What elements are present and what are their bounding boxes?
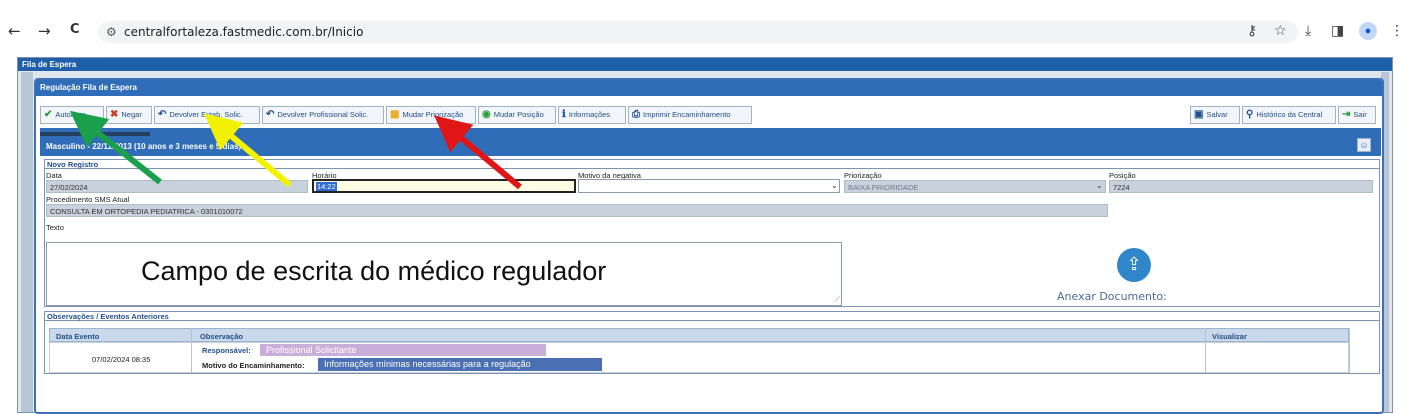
download-icon[interactable]: ⤓	[1305, 23, 1311, 39]
table-header: Data Evento Observação Visualizar	[49, 328, 1349, 342]
exit-icon: ⇥	[1342, 109, 1351, 120]
left-frame-strip	[21, 72, 33, 412]
anexar-documento-label[interactable]: Anexar Documento:	[1057, 290, 1167, 303]
horario-value: 14:22	[316, 182, 337, 191]
user-icon[interactable]: ☺	[1357, 138, 1371, 152]
position-icon: ◉	[482, 109, 491, 120]
cross-icon: ✖	[110, 109, 119, 120]
autorizar-button[interactable]: ✔ Autorizar	[40, 106, 104, 124]
section-title: Observações / Eventos Anteriores	[45, 312, 1379, 321]
procedimento-field[interactable]: CONSULTA EM ORTOPEDIA PEDIATRICA - 03010…	[46, 204, 1108, 217]
patient-info: Masculino - 22/11/2013 (10 anos e 3 mese…	[46, 142, 242, 151]
bookmark-star-icon[interactable]: ☆	[1274, 23, 1287, 39]
priorizacao-field[interactable]: BAIXA PRIORIDADE	[844, 180, 1106, 193]
upload-icon[interactable]: ⇪	[1117, 248, 1151, 282]
column-divider	[1349, 328, 1350, 373]
printer-icon: ⎙	[632, 109, 640, 120]
profile-avatar[interactable]: ●	[1359, 22, 1377, 40]
sair-button[interactable]: ⇥ Sair	[1338, 106, 1376, 124]
data-field[interactable]: 27/02/2024	[46, 180, 308, 193]
imprimir-label: Imprimir Encaminhamento	[643, 110, 731, 119]
password-key-icon[interactable]: ⚷	[1247, 23, 1257, 39]
priority-grid-icon: ▦	[390, 109, 400, 120]
negar-label: Negar	[121, 110, 142, 119]
historico-label: Histórico da Central	[1256, 110, 1323, 119]
sair-label: Sair	[1353, 110, 1367, 119]
info-icon: ℹ	[562, 109, 566, 120]
undo-icon: ↶	[158, 109, 167, 120]
horario-field[interactable]: 14:22	[312, 179, 576, 193]
panel-title: Regulação Fila de Espera	[36, 80, 1382, 96]
texto-textarea[interactable]: Campo de escrita do médico regulador ⟋	[46, 242, 842, 306]
reload-button[interactable]: C	[70, 22, 80, 37]
back-button[interactable]: ←	[8, 22, 21, 40]
motivo-encaminhamento-value: Informações mínimas necessárias para a r…	[318, 358, 602, 371]
column-divider	[191, 328, 192, 373]
forward-button[interactable]: →	[38, 22, 51, 40]
col-visualizar: Visualizar	[1212, 332, 1247, 341]
salvar-button[interactable]: ▣ Salvar	[1190, 106, 1240, 124]
devolver-prof-button[interactable]: ↶ Devolver Profissional Solic.	[262, 106, 384, 124]
devolver-prof-label: Devolver Profissional Solic.	[277, 110, 369, 119]
app-window: Fila de Espera Regulação Fila de Espera …	[17, 57, 1393, 414]
band-marker	[40, 132, 150, 136]
site-info-icon[interactable]: ⚙	[106, 25, 117, 39]
posicao-label: Posição	[1109, 171, 1136, 180]
section-title: Novo Registro	[45, 160, 1379, 169]
column-divider	[1205, 328, 1206, 373]
mudar-priorizacao-label: Mudar Priorização	[402, 110, 464, 119]
negar-button[interactable]: ✖ Negar	[106, 106, 152, 124]
responsavel-value: Profissional Solicitante	[260, 344, 546, 356]
observacoes-section: Observações / Eventos Anteriores Data Ev…	[44, 311, 1380, 374]
devolver-estab-label: Devolver Estab. Solic.	[169, 110, 243, 119]
table-row: 07/02/2024 08:35 Responsável: Profission…	[49, 342, 1349, 373]
data-evento-cell: 07/02/2024 08:35	[92, 355, 151, 364]
chevron-down-icon: ⌄	[1096, 181, 1103, 190]
imprimir-button[interactable]: ⎙ Imprimir Encaminhamento	[628, 106, 752, 124]
mudar-posicao-label: Mudar Posição	[493, 110, 544, 119]
mudar-priorizacao-button[interactable]: ▦ Mudar Priorização	[386, 106, 476, 124]
window-title: Fila de Espera	[18, 58, 1392, 71]
informacoes-label: Informações	[568, 110, 611, 119]
informacoes-button[interactable]: ℹ Informações	[558, 106, 626, 124]
novo-registro-section: Novo Registro Data 27/02/2024 Horário 14…	[44, 159, 1380, 307]
texto-label: Texto	[46, 223, 64, 232]
menu-kebab-icon[interactable]: ⋮	[1390, 23, 1404, 39]
url-text[interactable]: centralfortaleza.fastmedic.com.br/Inicio	[124, 25, 363, 39]
autorizar-label: Autorizar	[55, 110, 86, 119]
patient-band: Masculino - 22/11/2013 (10 anos e 3 mese…	[40, 128, 1381, 156]
regulacao-panel: Regulação Fila de Espera ✔ Autorizar ✖ N…	[34, 78, 1384, 414]
posicao-field[interactable]: 7224	[1109, 180, 1373, 193]
procedimento-label: Procedimento SMS Atual	[46, 195, 130, 204]
priorizacao-label: Priorização	[844, 171, 882, 180]
undo-icon: ↶	[266, 109, 275, 120]
historico-button[interactable]: ⚲ Histórico da Central	[1242, 106, 1336, 124]
resize-handle-icon[interactable]: ⟋	[834, 295, 840, 305]
annotation-text: Campo de escrita do médico regulador	[141, 256, 607, 286]
search-icon: ⚲	[1246, 109, 1254, 120]
check-icon: ✔	[44, 109, 53, 120]
devolver-estab-button[interactable]: ↶ Devolver Estab. Solic.	[154, 106, 260, 124]
chevron-down-icon: ⌄	[831, 181, 838, 190]
motivo-encaminhamento-label: Motivo do Encaminhamento:	[202, 361, 305, 370]
mudar-posicao-button[interactable]: ◉ Mudar Posição	[478, 106, 556, 124]
salvar-label: Salvar	[1206, 110, 1228, 119]
browser-toolbar: ← → C ⚙ centralfortaleza.fastmedic.com.b…	[0, 0, 1410, 52]
side-panel-icon[interactable]: ◨	[1331, 23, 1344, 39]
responsavel-label: Responsável:	[202, 346, 251, 355]
motivo-select[interactable]	[578, 179, 840, 193]
col-observacao: Observação	[200, 332, 243, 341]
data-label: Data	[46, 171, 62, 180]
action-toolbar: ✔ Autorizar ✖ Negar ↶ Devolver Estab. So…	[40, 106, 1380, 125]
col-data-evento: Data Evento	[56, 332, 100, 341]
save-icon: ▣	[1194, 109, 1204, 120]
